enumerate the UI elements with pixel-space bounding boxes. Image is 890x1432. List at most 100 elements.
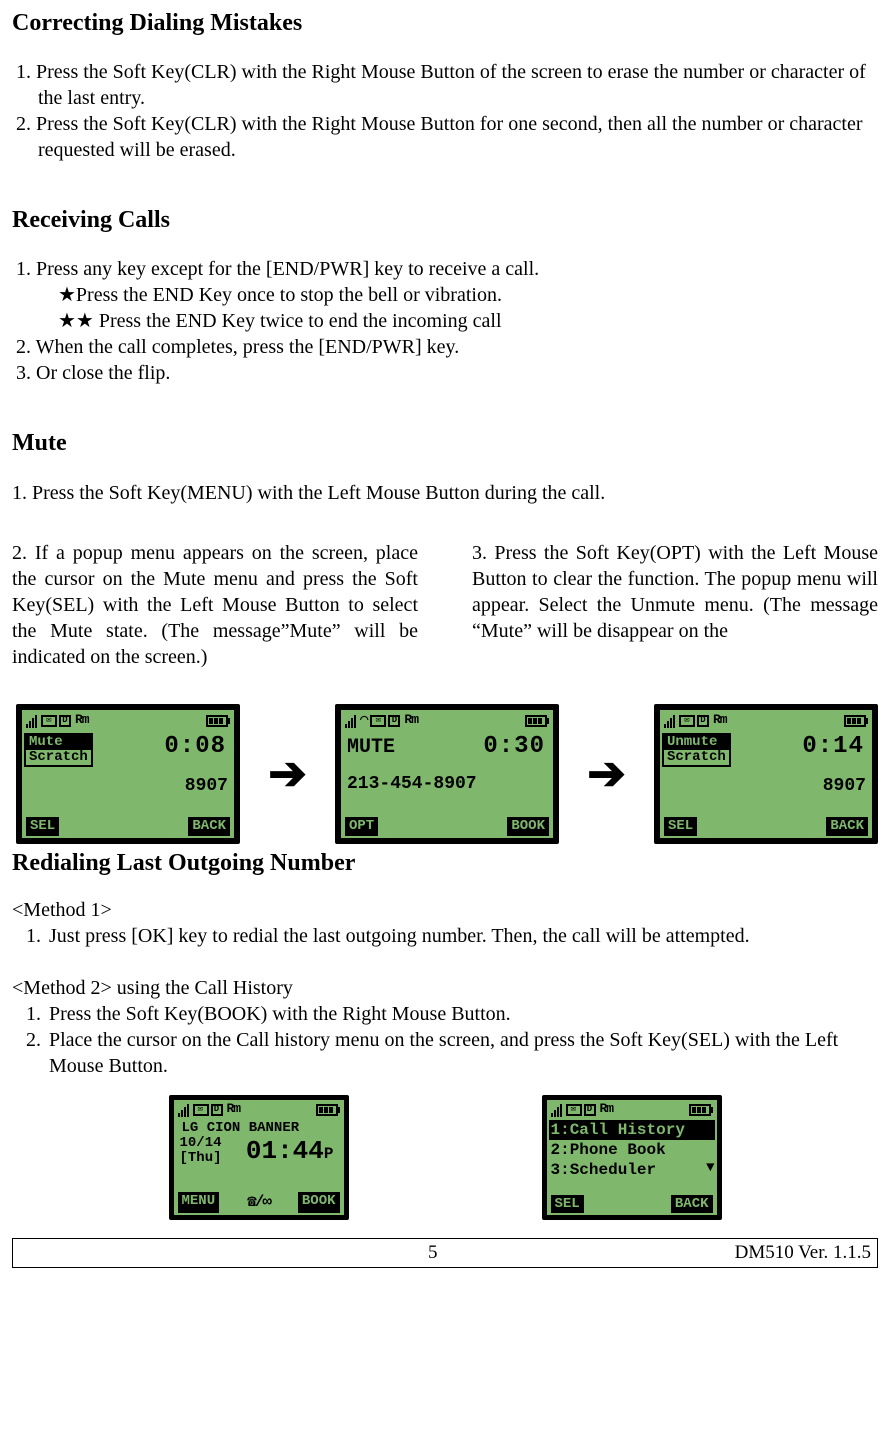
method-2-list: 1. Press the Soft Key(BOOK) with the Rig… <box>26 1001 878 1079</box>
popup-item-scratch: Scratch <box>664 750 729 765</box>
heading-mute: Mute <box>12 428 878 459</box>
roaming-icon: Rm <box>227 1101 241 1118</box>
d-icon: D <box>211 1104 223 1116</box>
in-call-icon: ⌒ <box>360 711 368 729</box>
battery-icon <box>206 715 230 727</box>
section-correcting: Correcting Dialing Mistakes 1. Press the… <box>12 8 878 163</box>
date-text: 10/14 <box>180 1136 222 1151</box>
softkey-bar: MENU ☎/∞ BOOK <box>174 1190 344 1215</box>
section-receiving: Receiving Calls 1. Press any key except … <box>12 205 878 386</box>
list-item: 2. Press the Soft Key(CLR) with the Righ… <box>16 111 878 163</box>
list-item: 2. Place the cursor on the Call history … <box>26 1027 878 1079</box>
mute-step-2: 2. If a popup menu appears on the screen… <box>12 540 418 670</box>
d-icon: D <box>388 715 400 727</box>
screen-body: Mute Scratch 0:08 8907 <box>22 732 234 816</box>
screen-body: MUTE 0:30 213-454-8907 <box>341 732 553 816</box>
menu-list: 1:Call History 2:Phone Book 3:Scheduler … <box>547 1120 717 1193</box>
signal-icon <box>664 714 675 728</box>
clock: 01:44P <box>222 1137 338 1167</box>
status-bar: ✉ D Rm <box>660 710 872 732</box>
softkey-left: OPT <box>345 817 378 835</box>
softkey-left: SEL <box>551 1195 584 1213</box>
list-item: 2. When the call completes, press the [E… <box>16 334 878 360</box>
roaming-icon: Rm <box>75 712 89 729</box>
phone-number: 213-454-8907 <box>347 760 547 795</box>
list-num: 1. <box>26 923 41 949</box>
softkey-right: BOOK <box>298 1192 340 1213</box>
popup-menu: Mute Scratch <box>24 733 93 768</box>
status-bar: ✉ D Rm <box>174 1100 344 1120</box>
mail-icon: ✉ <box>679 715 695 727</box>
heading-redial: Redialing Last Outgoing Number <box>12 848 878 879</box>
list-text: Press the Soft Key(BOOK) with the Right … <box>49 1001 878 1027</box>
softkey-right: BACK <box>188 817 230 835</box>
phone-screens-redial: ✉ D Rm LG CION BANNER 10/14 [Thu] 01:44P… <box>92 1095 798 1220</box>
mute-step-3: 3. Press the Soft Key(OPT) with the Left… <box>472 540 878 670</box>
softkey-right: BACK <box>826 817 868 835</box>
phone-screen-home: ✉ D Rm LG CION BANNER 10/14 [Thu] 01:44P… <box>169 1095 349 1220</box>
banner-text: LG CION BANNER <box>180 1120 338 1136</box>
softkey-left: SEL <box>664 817 697 835</box>
scroll-down-icon: ▼ <box>706 1160 714 1180</box>
page-number: 5 <box>428 1241 438 1266</box>
roaming-icon: Rm <box>600 1101 614 1118</box>
popup-item-mute: Mute <box>26 735 91 750</box>
list-num: 2. <box>26 1027 41 1079</box>
d-icon: D <box>584 1104 596 1116</box>
softkey-right: BOOK <box>507 817 549 835</box>
phone-screen-muted: ⌒ ✉ D Rm MUTE 0:30 213-454-8907 OPT BOOK <box>335 704 559 844</box>
list-num: 1. <box>26 1001 41 1027</box>
signal-icon <box>345 714 356 728</box>
list-item: 1. Press the Soft Key(BOOK) with the Rig… <box>26 1001 878 1027</box>
phone-screen-unmute-popup: ✉ D Rm Unmute Scratch 0:14 8907 SEL BACK <box>654 704 878 844</box>
battery-icon <box>525 715 549 727</box>
star-note-1: ★Press the END Key once to stop the bell… <box>16 282 878 308</box>
section-mute: Mute 1. Press the Soft Key(MENU) with th… <box>12 428 878 669</box>
status-bar: ✉ D Rm <box>22 710 234 732</box>
call-timer: 0:30 <box>483 733 547 761</box>
softkey-bar: SEL BACK <box>22 815 234 837</box>
star-note-2: ★★ Press the END Key twice to end the in… <box>16 308 878 334</box>
phone-screens-mute-flow: ✉ D Rm Mute Scratch 0:08 8907 SEL BACK ➔… <box>16 704 878 844</box>
day-text: [Thu] <box>180 1151 222 1166</box>
softkey-left: MENU <box>178 1192 220 1213</box>
popup-item-unmute: Unmute <box>664 735 729 750</box>
signal-icon <box>551 1103 562 1117</box>
menu-item-call-history: 1:Call History <box>549 1120 715 1140</box>
softkey-left: SEL <box>26 817 59 835</box>
mail-icon: ✉ <box>370 715 386 727</box>
softkey-right: BACK <box>671 1195 713 1213</box>
arrow-right-icon: ➔ <box>587 751 626 797</box>
phone-screen-mute-popup: ✉ D Rm Mute Scratch 0:08 8907 SEL BACK <box>16 704 240 844</box>
list-text: Place the cursor on the Call history men… <box>49 1027 878 1079</box>
list-item: 1. Press the Soft Key(CLR) with the Righ… <box>16 59 878 111</box>
clock-ampm: P <box>324 1145 334 1163</box>
d-icon: D <box>697 715 709 727</box>
list-item: 1. Press any key except for the [END/PWR… <box>16 256 878 282</box>
mute-columns: 2. If a popup menu appears on the screen… <box>12 540 878 670</box>
roaming-icon: Rm <box>713 712 727 729</box>
mute-label: MUTE <box>347 736 395 759</box>
list-item: 3. Or close the flip. <box>16 360 878 386</box>
screen-body: LG CION BANNER 10/14 [Thu] 01:44P <box>174 1120 344 1190</box>
screen-body: Unmute Scratch 0:14 8907 <box>660 732 872 816</box>
softkey-bar: SEL BACK <box>547 1193 717 1215</box>
status-bar: ⌒ ✉ D Rm <box>341 710 553 732</box>
method-1-list: 1. Just press [OK] key to redial the las… <box>26 923 878 949</box>
d-icon: D <box>59 715 71 727</box>
page-footer: 5 DM510 Ver. 1.1.5 <box>12 1238 878 1269</box>
battery-icon <box>844 715 868 727</box>
softkey-bar: OPT BOOK <box>341 815 553 837</box>
method-1-label: <Method 1> <box>12 897 878 923</box>
heading-receiving: Receiving Calls <box>12 205 878 236</box>
menu-item-phone-book: 2:Phone Book <box>549 1140 715 1160</box>
mail-icon: ✉ <box>41 715 57 727</box>
menu-item-label: 3:Scheduler <box>551 1160 657 1180</box>
battery-icon <box>689 1104 713 1116</box>
section-redial: Redialing Last Outgoing Number <Method 1… <box>12 848 878 1079</box>
version-label: DM510 Ver. 1.1.5 <box>735 1241 871 1266</box>
menu-item-scheduler: 3:Scheduler ▼ <box>549 1160 715 1180</box>
clock-time: 01:44 <box>246 1136 324 1166</box>
list-correcting: 1. Press the Soft Key(CLR) with the Righ… <box>16 59 878 163</box>
phone-screen-menu: ✉ D Rm 1:Call History 2:Phone Book 3:Sch… <box>542 1095 722 1220</box>
